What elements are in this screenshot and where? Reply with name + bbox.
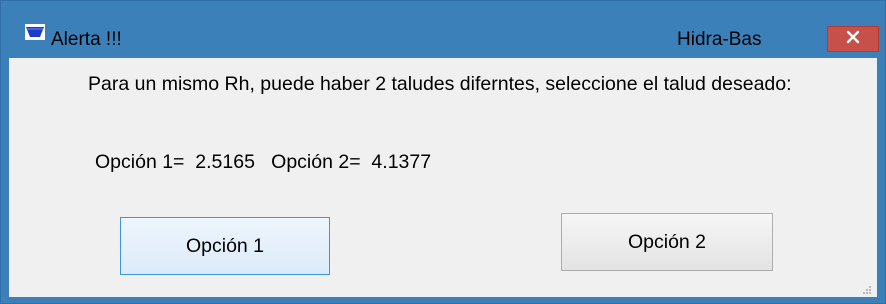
window-title: Alerta !!! (51, 29, 122, 50)
message-text: Para un mismo Rh, puede haber 2 taludes … (88, 73, 792, 95)
app-name: Hidra-Bas (677, 29, 762, 50)
option-1-button[interactable]: Opción 1 (120, 217, 330, 275)
dialog-content: Para un mismo Rh, puede haber 2 taludes … (9, 58, 877, 297)
option-2-button[interactable]: Opción 2 (561, 213, 773, 271)
options-values: Opción 1= 2.5165 Opción 2= 4.1377 (95, 151, 432, 173)
resize-grip-icon[interactable] (861, 281, 871, 294)
close-button[interactable] (827, 26, 879, 52)
water-channel-icon (25, 24, 45, 40)
alert-dialog-window: Alerta !!! Hidra-Bas Para un mismo Rh, p… (0, 0, 886, 304)
title-bar[interactable]: Alerta !!! Hidra-Bas (1, 1, 885, 58)
close-icon (846, 30, 860, 49)
